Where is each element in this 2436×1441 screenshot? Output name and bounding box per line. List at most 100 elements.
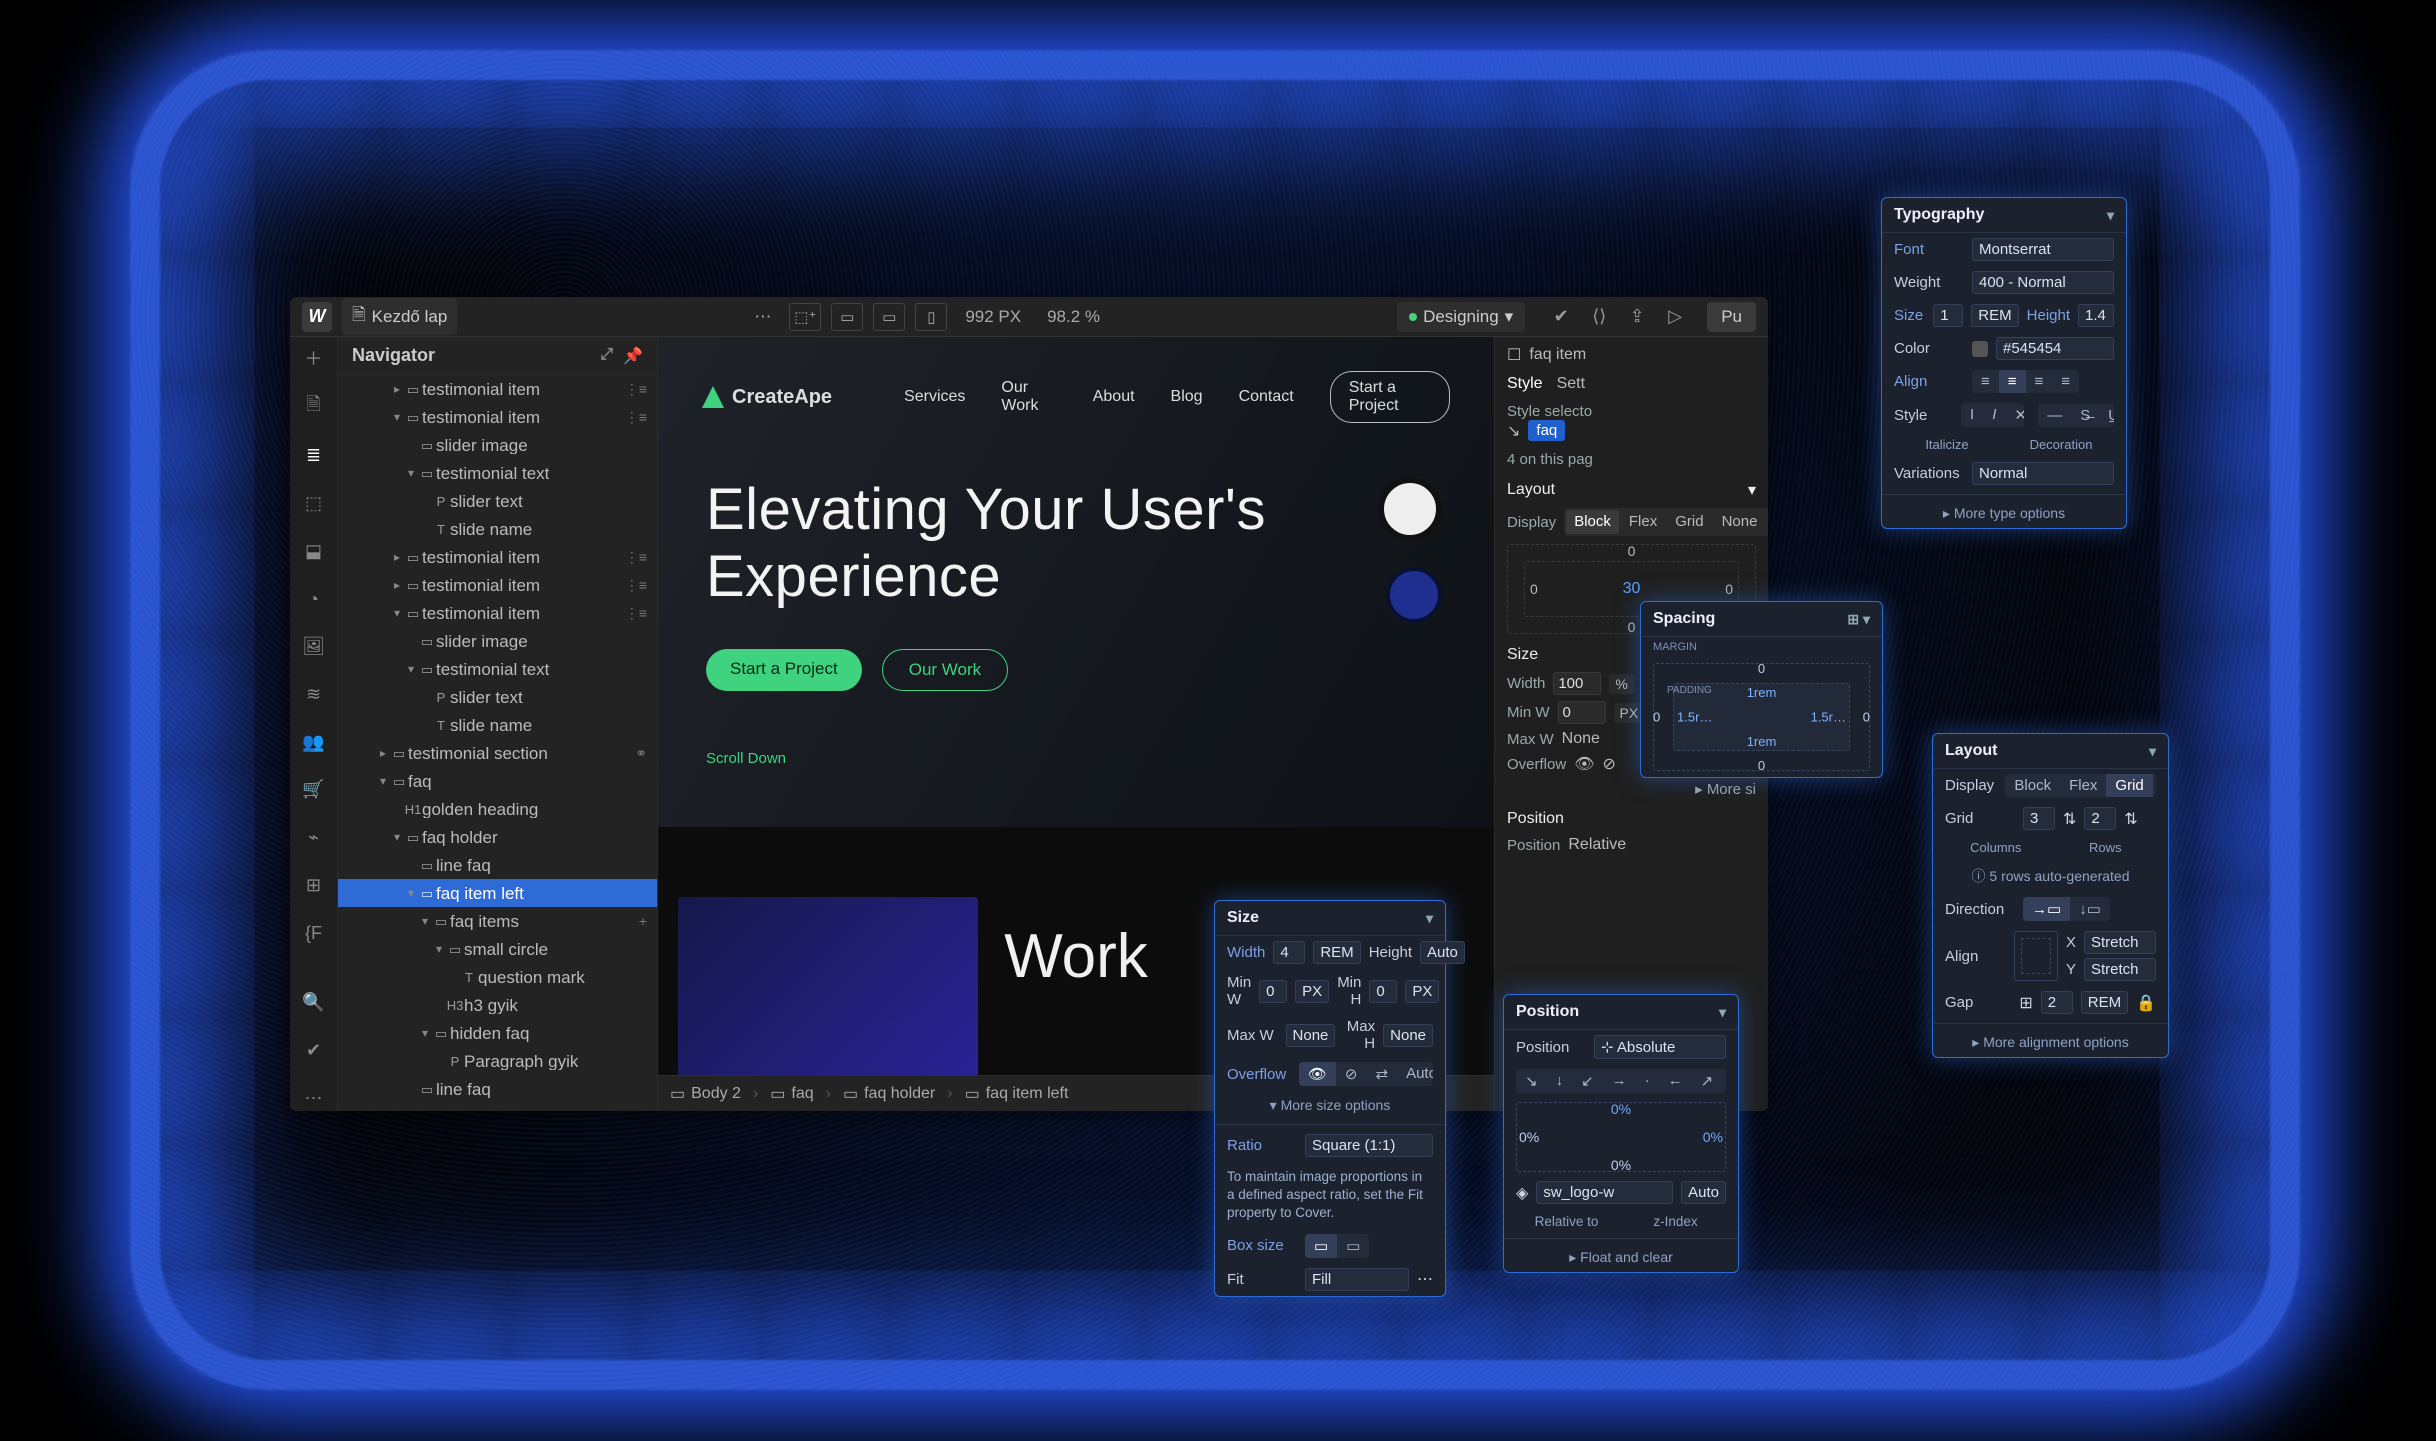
lineheight-input[interactable] [2078,304,2114,327]
nav-link[interactable]: Our Work [1001,379,1056,415]
lock-icon[interactable]: 🔒 [2136,993,2156,1013]
variables-icon[interactable]: ⬓ [300,538,328,564]
spacing-box[interactable]: 0 0 0 0 1rem 1rem 1.5r… 1.5r… PADDING [1653,663,1870,771]
search-icon[interactable]: 🔍 [300,990,328,1016]
relative-auto[interactable]: Auto [1681,1181,1726,1204]
nav-link[interactable]: Contact [1239,388,1294,406]
display-seg[interactable]: BlockFlexGridNone [2005,774,2156,797]
assets-icon[interactable]: 🖼 [300,634,328,660]
apps-icon[interactable]: ⊞ [300,872,328,898]
check-icon[interactable]: ✔ [1547,306,1575,327]
nav-row[interactable]: ▸▭testimonial item⋮≡ [338,543,657,571]
nav-row[interactable]: ▾▭faq item left [338,879,657,907]
scroll-hint[interactable]: Scroll Down [706,750,786,767]
nav-row[interactable]: ▸▭faq item left [338,1103,657,1111]
nav-row[interactable]: ▸▭testimonial section⚭ [338,739,657,767]
ecommerce-icon[interactable]: 🛒 [300,777,328,803]
nav-row[interactable]: ▸▭testimonial item⋮≡ [338,571,657,599]
display-seg[interactable]: Block Flex Grid None▾ [1564,508,1768,536]
webflow-logo[interactable]: W [302,302,332,332]
tab-style[interactable]: Style [1507,375,1543,393]
more-size-link[interactable]: ▾ More size options [1215,1091,1445,1120]
nav-cta[interactable]: Start a Project [1330,371,1450,423]
logic-icon[interactable]: ⌁ [300,825,328,851]
panel-tabs[interactable]: Style Sett [1507,375,1756,393]
nav-row[interactable]: ▾▭small circle [338,935,657,963]
align-x[interactable]: Stretch [2084,931,2156,954]
viewport-mobile[interactable]: ▯ [915,303,947,331]
audit-icon[interactable]: ✔ [300,1038,328,1064]
checkbox-icon[interactable]: ☐ [1507,345,1521,365]
tab-settings[interactable]: Sett [1557,375,1585,393]
viewport-tablet[interactable]: ▭ [873,303,905,331]
maxw-val[interactable]: None [1562,730,1600,748]
chevron-down-icon[interactable]: ▾ [1748,480,1756,500]
more-type-options[interactable]: ▸ More type options [1882,499,2126,528]
gap-input[interactable] [2041,991,2073,1014]
minw-input[interactable] [1558,701,1606,724]
users-icon[interactable]: 👥 [300,729,328,755]
minw-input[interactable] [1259,980,1287,1003]
minh-input[interactable] [1369,980,1397,1003]
nav-row[interactable]: ▭slider image [338,627,657,655]
variations-select[interactable]: Normal [1972,462,2114,485]
play-icon[interactable]: ▷ [1661,306,1689,327]
nav-row[interactable]: Tquestion mark [338,963,657,991]
nav-row[interactable]: ▾▭faq [338,767,657,795]
class-chip[interactable]: faq [1528,420,1565,441]
nav-icon[interactable]: ≣ [300,443,328,469]
nav-row[interactable]: ▭slider image [338,431,657,459]
font-select[interactable]: Montserrat [1972,238,2114,261]
nav-row[interactable]: ▾▭testimonial text [338,655,657,683]
layout-grid-panel[interactable]: Layout▾ DisplayBlockFlexGridNone Grid⇅⇅ … [1932,733,2169,1058]
add-icon[interactable]: ＋ [300,345,328,371]
publish-button[interactable]: Pu [1707,302,1756,332]
direction-seg[interactable]: →▭↓▭ [2023,897,2110,921]
textstyle-seg[interactable]: II✕ [1961,403,2024,427]
nav-row[interactable]: ▭line faq [338,851,657,879]
align-grid[interactable] [2014,931,2058,981]
nav-row[interactable]: Pslider text [338,487,657,515]
nav-row[interactable]: ▾▭faq holder [338,823,657,851]
nav-link[interactable]: About [1093,388,1135,406]
code-icon[interactable]: ⟨⟩ [1585,306,1613,327]
size-input[interactable] [1933,304,1963,327]
typography-panel[interactable]: Typography▾ FontMontserrat Weight400 - N… [1881,197,2127,529]
overflow-visible-icon[interactable]: 👁 [1574,754,1594,774]
maxh-val[interactable]: None [1383,1024,1433,1047]
help-icon[interactable]: ⋯ [300,1085,328,1111]
ratio-select[interactable]: Square (1:1) [1305,1134,1433,1157]
cms-icon[interactable]: ≋ [300,682,328,708]
nav-row[interactable]: ▾▭testimonial item⋮≡ [338,403,657,431]
color-input[interactable]: #545454 [1996,337,2114,360]
fit-select[interactable]: Fill [1305,1268,1409,1291]
styles-icon[interactable]: ◔ [300,586,328,612]
relative-chip[interactable]: sw_logo-w [1536,1181,1673,1204]
nav-row[interactable]: Tslide name [338,515,657,543]
hero-secondary-btn[interactable]: Our Work [882,649,1008,691]
hero-primary-btn[interactable]: Start a Project [706,649,862,691]
more-icon[interactable]: ⋯ [746,307,779,327]
position-select[interactable]: Relative [1568,836,1756,854]
navigator-tree[interactable]: ▸▭testimonial item⋮≡ ▾▭testimonial item⋮≡… [338,375,657,1111]
nav-row[interactable]: H3h3 gyik [338,991,657,1019]
nav-row[interactable]: ▭line faq [338,1075,657,1103]
nav-row[interactable]: H1golden heading [338,795,657,823]
height-val[interactable]: Auto [1420,941,1465,964]
float-clear-link[interactable]: ▸ Float and clear [1504,1243,1738,1272]
pin-icon[interactable]: 📌 [623,346,643,366]
nav-link[interactable]: Services [904,388,965,406]
anchor-seg[interactable]: ↘↓↙→·←↗↑↖ [1516,1069,1726,1093]
nav-row[interactable]: ▾▭hidden faq [338,1019,657,1047]
collapse-icon[interactable]: ⤢ [600,346,613,366]
overflow-seg[interactable]: 👁⊘⇄Auto [1299,1062,1433,1086]
more-size-link[interactable]: ▸ More si [1507,780,1756,798]
color-swatch[interactable] [1972,341,1988,357]
crumb[interactable]: ▭ faq [770,1084,813,1104]
viewport-desktop[interactable]: ▭ [831,303,863,331]
crumb[interactable]: ▭ faq item left [965,1084,1069,1104]
breakpoint-add[interactable]: ⬚⁺ [789,303,821,331]
nav-row[interactable]: Tslide name [338,711,657,739]
components-icon[interactable]: ⬚ [300,491,328,517]
position-select[interactable]: ⊹ Absolute [1594,1035,1726,1059]
